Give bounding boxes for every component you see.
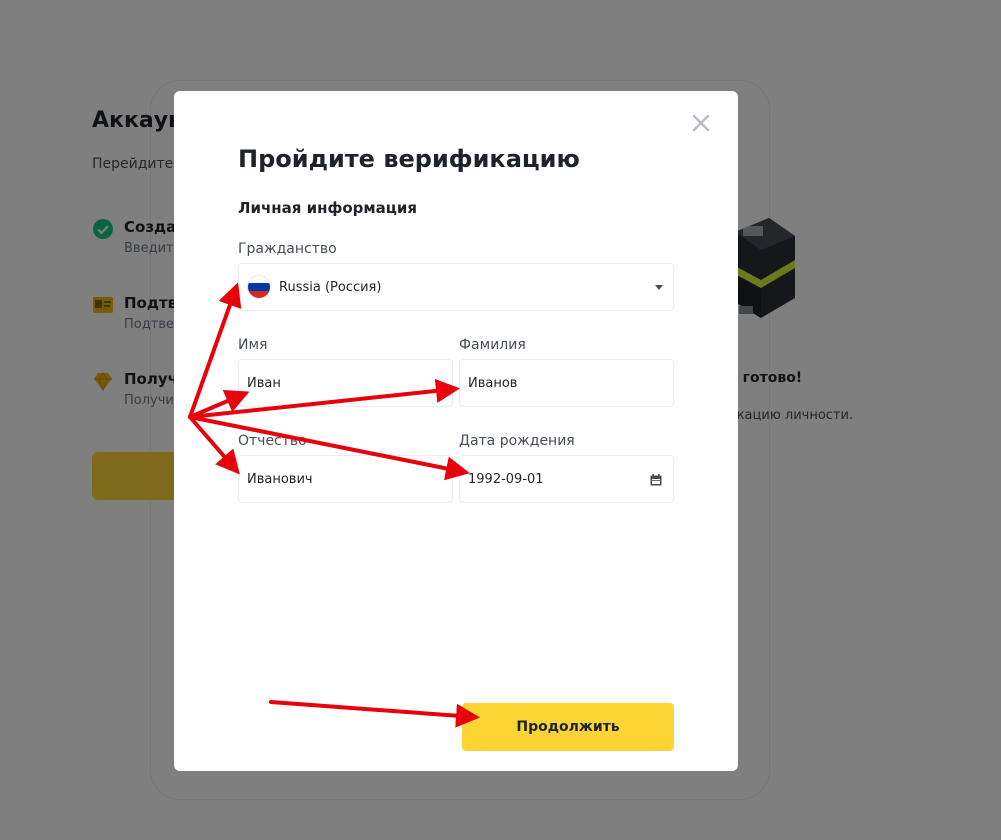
flag-stripe-red <box>248 290 270 298</box>
first-name-field[interactable] <box>238 359 453 407</box>
continue-button[interactable]: Продолжить <box>462 703 674 751</box>
citizenship-label: Гражданство <box>238 241 337 257</box>
section-title: Личная информация <box>238 199 418 217</box>
last-name-field[interactable] <box>459 359 674 407</box>
calendar-icon[interactable] <box>650 474 662 486</box>
citizenship-value: Russia (Россия) <box>279 279 382 295</box>
verification-modal: Пройдите верификацию Личная информация Г… <box>174 91 738 771</box>
chevron-down-icon <box>655 285 663 290</box>
patronymic-input[interactable] <box>247 456 452 502</box>
first-name-label: Имя <box>238 337 268 353</box>
close-button[interactable] <box>689 111 713 135</box>
russia-flag-icon <box>247 275 271 299</box>
last-name-input[interactable] <box>468 360 673 406</box>
patronymic-field[interactable] <box>238 455 453 503</box>
birth-date-field[interactable] <box>459 455 674 503</box>
birth-date-label: Дата рождения <box>459 433 575 449</box>
close-icon <box>692 114 710 132</box>
patronymic-label: Отчество <box>238 433 307 449</box>
last-name-label: Фамилия <box>459 337 526 353</box>
birth-date-input[interactable] <box>468 456 673 502</box>
flag-stripe-white <box>248 276 270 284</box>
flag-stripe-blue <box>248 283 270 291</box>
citizenship-select[interactable]: Russia (Россия) <box>238 263 674 311</box>
modal-title: Пройдите верификацию <box>238 145 580 173</box>
first-name-input[interactable] <box>247 360 452 406</box>
